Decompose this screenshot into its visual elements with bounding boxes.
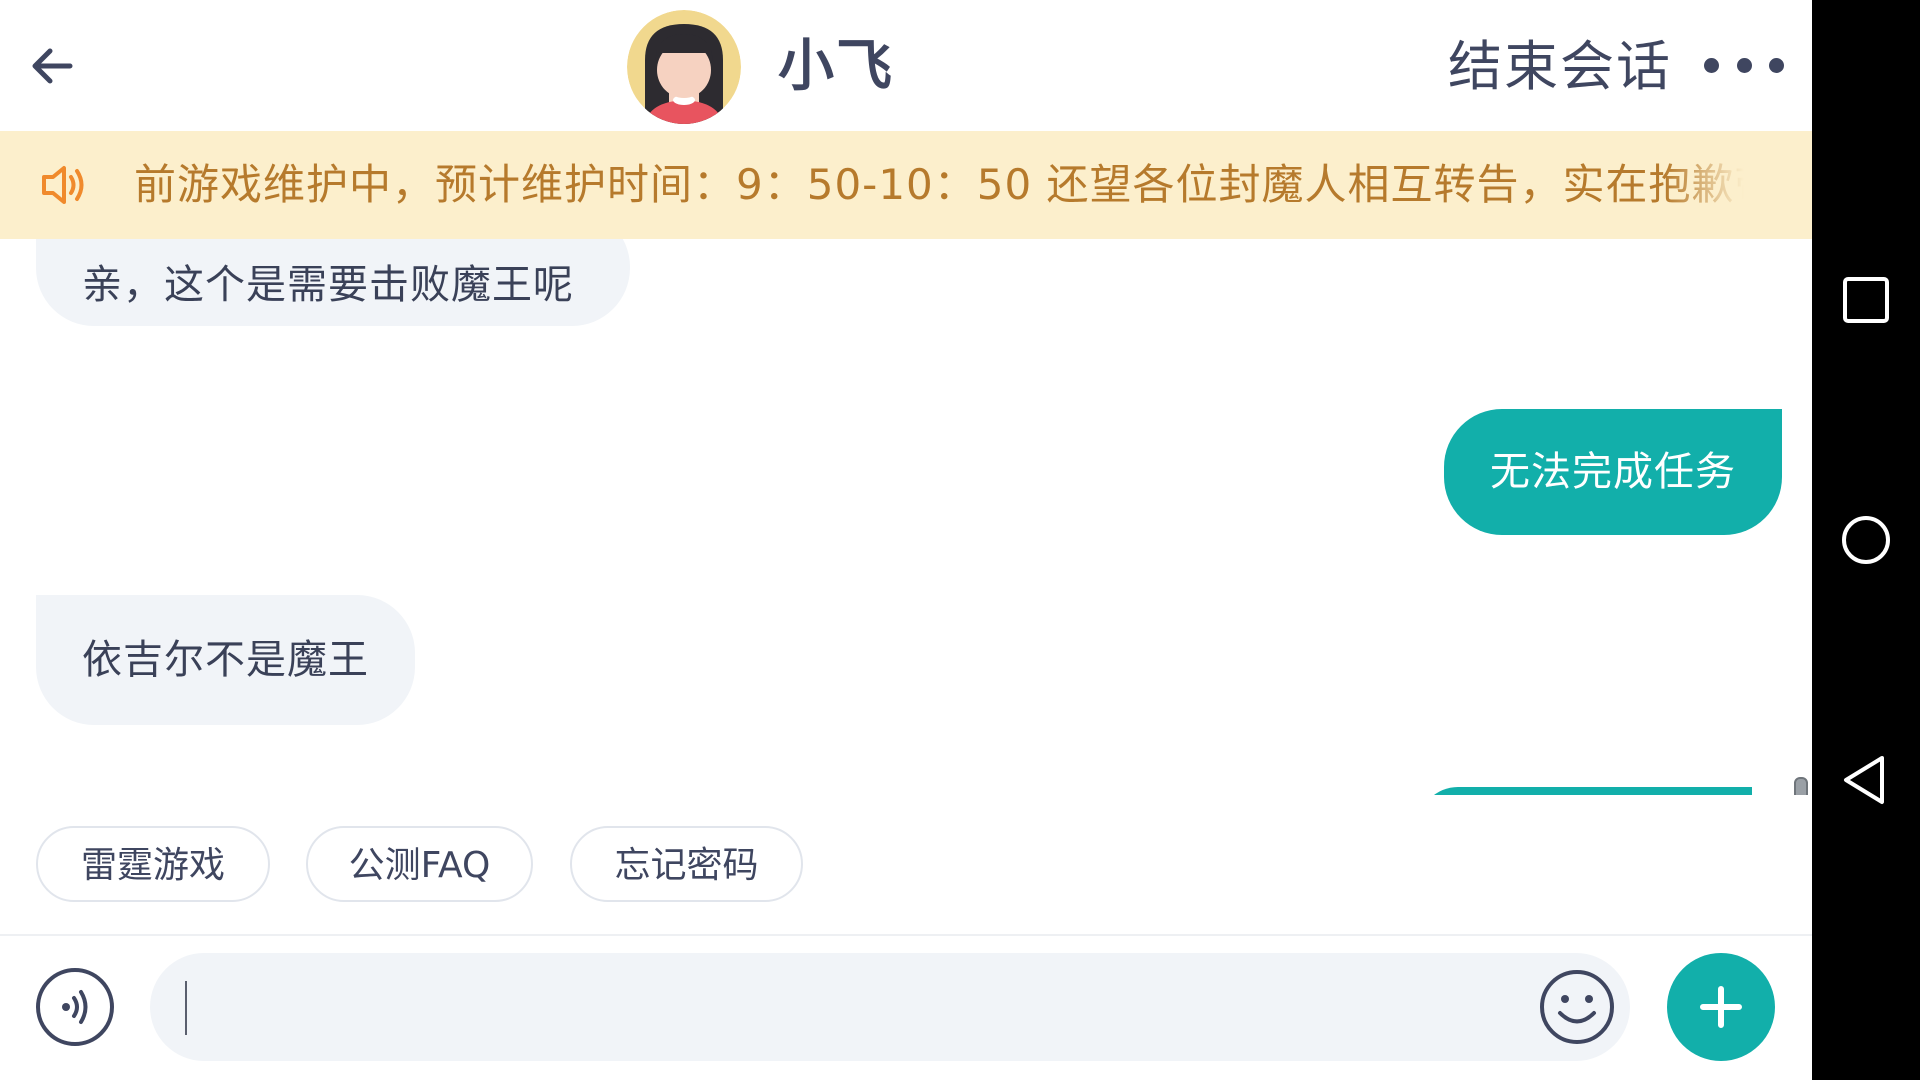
notice-fade [1664, 131, 1744, 239]
chat-title: 小飞 [778, 34, 894, 99]
divider [0, 934, 1812, 936]
end-session-button[interactable]: 结束会话 [1448, 32, 1672, 102]
header: 小飞 结束会话 [0, 0, 1812, 131]
plus-icon [1700, 986, 1742, 1028]
speaker-icon [42, 166, 84, 204]
message-input[interactable] [180, 979, 1514, 1037]
chat-app: 小飞 结束会话 前游戏维护中，预计维护时间：9：50-10：50 还望各位封魔人… [0, 0, 1812, 1080]
more-dots-icon [1769, 57, 1784, 73]
emoji-icon[interactable] [1538, 968, 1616, 1046]
message-text: 依吉尔不是魔王 [82, 637, 369, 683]
system-nav-bar [1812, 0, 1920, 1080]
message-text: 无法完成任务 [1490, 449, 1736, 495]
voice-input-button[interactable] [36, 968, 114, 1046]
message-input-box[interactable] [150, 953, 1630, 1061]
message-bubble-user: 无法完成任务 [1444, 409, 1782, 535]
quick-reply-chip[interactable]: 雷霆游戏 [36, 826, 270, 902]
message-text: 亲，这个是需要击败魔王呢 [82, 262, 574, 308]
quick-reply-chip[interactable]: 忘记密码 [570, 826, 803, 902]
nav-back-icon[interactable] [1836, 750, 1896, 810]
add-attachment-button[interactable] [1667, 953, 1775, 1061]
voice-icon [62, 990, 88, 1024]
text-caret [185, 981, 187, 1035]
recent-apps-icon[interactable] [1836, 270, 1896, 330]
scrollbar-thumb[interactable] [1794, 777, 1808, 795]
home-icon[interactable] [1836, 510, 1896, 570]
chat-area[interactable]: 亲，这个是需要击败魔王呢 无法完成任务 依吉尔不是魔王 [0, 239, 1812, 795]
message-bubble-agent: 依吉尔不是魔王 [36, 595, 415, 725]
avatar-girl-icon [627, 10, 741, 124]
notice-text: 前游戏维护中，预计维护时间：9：50-10：50 还望各位封魔人相互转告，实在抱… [134, 160, 1744, 209]
agent-avatar[interactable] [627, 10, 741, 124]
message-bubble-user-partial [1418, 787, 1752, 795]
screen: 小飞 结束会话 前游戏维护中，预计维护时间：9：50-10：50 还望各位封魔人… [0, 0, 1920, 1080]
message-bubble-agent: 亲，这个是需要击败魔王呢 [36, 239, 630, 326]
back-button[interactable] [22, 36, 82, 96]
more-dots-icon [1704, 57, 1719, 73]
back-arrow-icon [32, 48, 73, 84]
more-button[interactable] [1704, 40, 1784, 90]
more-dots-icon [1736, 57, 1752, 73]
quick-reply-chip[interactable]: 公测FAQ [306, 826, 533, 902]
